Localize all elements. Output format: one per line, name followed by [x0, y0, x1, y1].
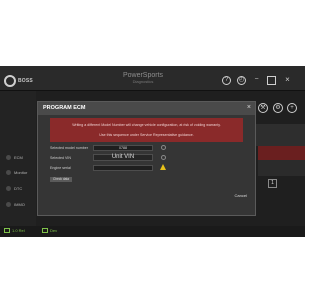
sidebar: ECM Monitor DTC IMMO: [0, 91, 36, 237]
vin-field[interactable]: Unit VIN: [93, 154, 153, 161]
warning-banner: Writing a different Model Number will ch…: [50, 118, 243, 142]
history-icon[interactable]: ◴: [237, 76, 246, 85]
logo-icon: [4, 75, 16, 87]
background-panel: [252, 124, 305, 146]
sidebar-item-ecm[interactable]: ECM: [0, 151, 36, 165]
logo-text: BOSS: [18, 78, 33, 84]
ecm-icon: [6, 155, 11, 160]
vin-status-icon: [161, 155, 166, 160]
program-ecm-dialog: PROGRAM ECM × Writing a different Model …: [37, 101, 256, 216]
background-row: [258, 160, 305, 176]
laptop-icon: [4, 228, 10, 234]
warning-guidance-text: Use this sequence under Service Represen…: [99, 133, 194, 137]
app-subtitle: Diagnostics: [132, 79, 154, 84]
engine-serial-label: Engine serial: [50, 166, 71, 170]
monitor-icon: [6, 170, 11, 175]
status-item-version: 1.0 Rel: [4, 228, 25, 234]
add-icon[interactable]: +: [287, 103, 297, 113]
engine-serial-field[interactable]: [93, 165, 153, 171]
wrench-icon[interactable]: ⚒: [258, 103, 268, 113]
minimize-icon[interactable]: −: [252, 76, 261, 85]
close-icon[interactable]: ×: [247, 104, 251, 112]
sidebar-item-monitor[interactable]: Monitor: [0, 166, 36, 180]
background-alert-row: [258, 146, 305, 160]
background-count-box[interactable]: 1: [268, 179, 277, 188]
vin-label: Selected VIN: [50, 156, 71, 160]
warning-icon: [160, 164, 166, 170]
model-number-field[interactable]: 0788: [93, 145, 153, 151]
close-window-icon[interactable]: ×: [283, 76, 292, 85]
sidebar-item-immo[interactable]: IMMO: [0, 198, 36, 212]
dialog-header: PROGRAM ECM ×: [38, 102, 255, 115]
app-title: PowerSports: [122, 72, 164, 79]
warning-text: Writing a different Model Number will ch…: [72, 123, 221, 127]
device-icon: [42, 228, 48, 234]
maximize-icon[interactable]: [267, 76, 276, 85]
top-bar: BOSS PowerSports Diagnostics ? ◴ − ×: [0, 66, 305, 91]
dtc-icon: [6, 186, 11, 191]
sidebar-item-dtc[interactable]: DTC: [0, 182, 36, 196]
model-status-icon: [161, 145, 166, 150]
check-data-button[interactable]: Check data: [50, 177, 72, 182]
dialog-title: PROGRAM ECM: [43, 105, 86, 111]
status-item-dev: Dev: [42, 228, 57, 234]
app-window: BOSS PowerSports Diagnostics ? ◴ − × ECM…: [0, 66, 305, 237]
settings-icon[interactable]: ⚙: [273, 103, 283, 113]
status-bar: 1.0 Rel Dev: [0, 226, 305, 237]
model-number-label: Selected model number: [50, 146, 88, 150]
help-icon[interactable]: ?: [222, 76, 231, 85]
cancel-button[interactable]: Cancel: [235, 193, 247, 198]
immo-icon: [6, 202, 11, 207]
